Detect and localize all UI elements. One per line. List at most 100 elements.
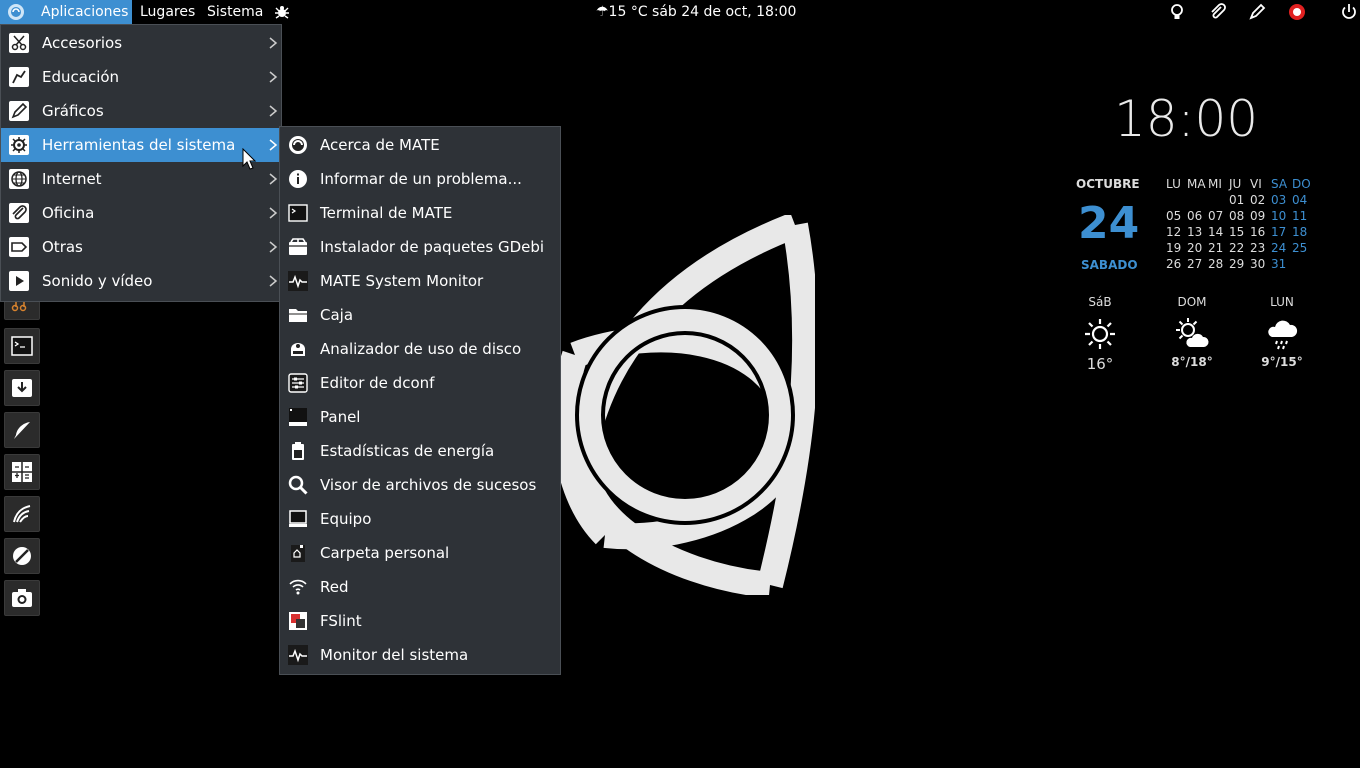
calendar-day[interactable]: 22 [1229,241,1250,255]
download-icon [12,379,32,397]
submenu-item-disk-analyzer[interactable]: Analizador de uso de disco [280,332,560,366]
pulse-icon [288,271,308,291]
applications-menu-button[interactable]: Aplicaciones [0,0,132,24]
submenu-item-gdebi[interactable]: Instalador de paquetes GDebi [280,230,560,264]
calendar-day[interactable]: 04 [1292,193,1313,207]
places-menu-button[interactable]: Lugares [140,0,195,24]
calendar-day[interactable]: 01 [1229,193,1250,207]
menu-item-otras[interactable]: Otras [1,230,281,264]
gear-icon [9,135,29,155]
calculator-icon [12,462,32,482]
feather-icon [14,422,30,439]
calendar-day[interactable]: 17 [1271,225,1292,239]
menu-item-educacion[interactable]: Educación [1,60,281,94]
submenu-item-monitor-sistema[interactable]: Monitor del sistema [280,638,560,672]
applications-menu: Accesorios Educación Gráficos Herramient… [0,24,282,302]
submenu-item-equipo[interactable]: Equipo [280,502,560,536]
submenu-item-red[interactable]: Red [280,570,560,604]
applications-label: Aplicaciones [41,4,129,20]
calendar-day[interactable]: 25 [1292,241,1313,255]
paperclip-icon[interactable] [1208,3,1226,21]
menu-item-sonido-video[interactable]: Sonido y vídeo [1,264,281,298]
chevron-right-icon [269,37,278,49]
submenu-item-dconf[interactable]: Editor de dconf [280,366,560,400]
calendar-day[interactable]: 23 [1250,241,1271,255]
menu-item-graficos[interactable]: Gráficos [1,94,281,128]
widget-clock: 18:00 [1114,90,1259,148]
submenu-item-panel[interactable]: Panel [280,400,560,434]
submenu-item-fslint[interactable]: FSlint [280,604,560,638]
calendar-day[interactable]: 15 [1229,225,1250,239]
submenu-item-log-viewer[interactable]: Visor de archivos de sucesos [280,468,560,502]
calendar-day[interactable]: 31 [1271,257,1292,271]
dock-item-feather[interactable] [4,412,40,448]
calendar-day[interactable]: 27 [1187,257,1208,271]
submenu-item-acerca-mate[interactable]: Acerca de MATE [280,128,560,162]
submenu-item-informar[interactable]: Informar de un problema... [280,162,560,196]
dock-item-feeds[interactable] [4,496,40,532]
clock-weather-applet[interactable]: ☂15 °C sáb 24 de oct, 18:00 [596,0,796,24]
dock-item-download[interactable] [4,370,40,406]
submenu-item-caja[interactable]: Caja [280,298,560,332]
chevron-right-icon [269,105,278,117]
calendar-day[interactable]: 09 [1250,209,1271,223]
dock-item-paint[interactable] [4,538,40,574]
terminal-icon [288,204,308,222]
calendar-day[interactable]: 16 [1250,225,1271,239]
menu-item-accesorios[interactable]: Accesorios [1,26,281,60]
terminal-icon [11,336,33,356]
calendar-day[interactable]: 21 [1208,241,1229,255]
calendar-day[interactable]: 05 [1166,209,1187,223]
bug-icon[interactable] [273,3,291,21]
system-menu-button[interactable]: Sistema [207,0,263,24]
menu-item-oficina[interactable]: Oficina [1,196,281,230]
calendar-day[interactable]: 18 [1292,225,1313,239]
forecast-day: LUN 9°/15° [1261,295,1303,369]
chevron-right-icon [269,275,278,287]
power-icon[interactable] [1340,3,1358,21]
calendar-day[interactable]: 06 [1187,209,1208,223]
calendar-header: VI [1250,177,1262,191]
calendar-day[interactable]: 28 [1208,257,1229,271]
menu-item-herramientas[interactable]: Herramientas del sistema [1,128,281,162]
submenu-item-terminal[interactable]: Terminal de MATE [280,196,560,230]
pen-icon[interactable] [1248,3,1266,21]
widget-day-number: 24 [1078,198,1140,249]
chevron-right-icon [269,207,278,219]
calendar-day[interactable]: 13 [1187,225,1208,239]
play-icon [9,271,29,291]
dock-item-terminal[interactable] [4,328,40,364]
battery-icon [292,442,304,460]
calendar-day[interactable]: 20 [1187,241,1208,255]
calendar-day[interactable]: 11 [1292,209,1313,223]
submenu-item-energia[interactable]: Estadísticas de energía [280,434,560,468]
calendar-day[interactable]: 19 [1166,241,1187,255]
calendar-day[interactable]: 29 [1229,257,1250,271]
menu-item-internet[interactable]: Internet [1,162,281,196]
calendar-day[interactable]: 10 [1271,209,1292,223]
rain-icon [1268,320,1298,350]
calendar-day[interactable]: 02 [1250,193,1271,207]
calendar-day[interactable]: 24 [1271,241,1292,255]
calendar-day[interactable]: 26 [1166,257,1187,271]
dock-item-camera[interactable] [4,580,40,616]
record-icon[interactable] [1288,3,1306,21]
submenu-item-mate-monitor[interactable]: MATE System Monitor [280,264,560,298]
calendar-header: MI [1208,177,1222,191]
sliders-icon [288,373,308,393]
calendar-day[interactable]: 12 [1166,225,1187,239]
lightbulb-icon[interactable] [1168,3,1186,21]
pulse-icon [288,645,308,665]
chevron-right-icon [269,139,278,151]
dock-item-calculator[interactable] [4,454,40,490]
system-tools-submenu: Acerca de MATE Informar de un problema..… [279,126,561,675]
mate-logo-icon [8,4,24,20]
top-panel: Aplicaciones Lugares Sistema ☂15 °C sáb … [0,0,1360,24]
calendar-day[interactable]: 07 [1208,209,1229,223]
submenu-item-carpeta-personal[interactable]: Carpeta personal [280,536,560,570]
calendar-day[interactable]: 30 [1250,257,1271,271]
calendar-day[interactable]: 03 [1271,193,1292,207]
calendar-day[interactable]: 08 [1229,209,1250,223]
calendar-day[interactable]: 14 [1208,225,1229,239]
widget-weekday: SABADO [1081,258,1138,272]
